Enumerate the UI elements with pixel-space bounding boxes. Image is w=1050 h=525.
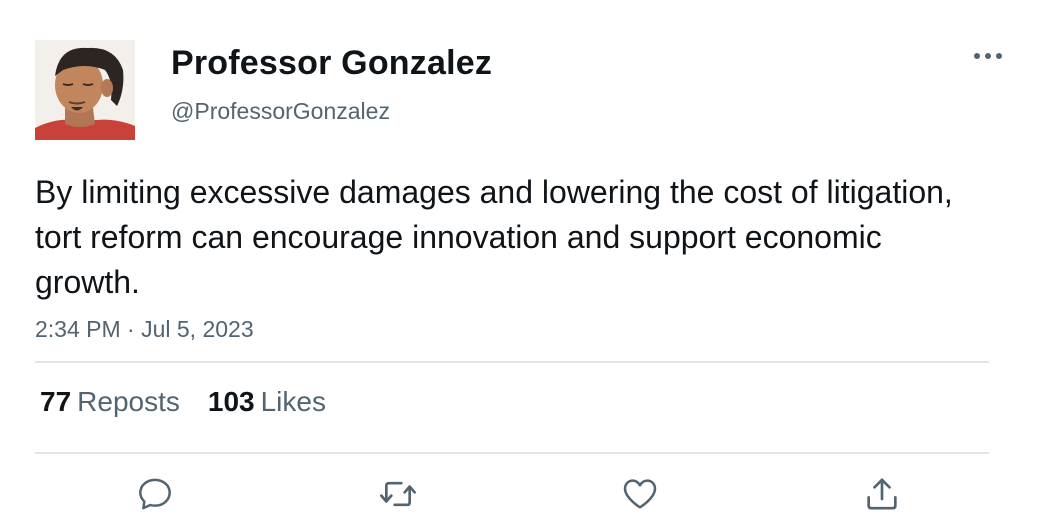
profile-photo-icon [35, 40, 135, 140]
divider [35, 361, 989, 363]
reply-icon [139, 478, 171, 510]
tweet-timestamp[interactable]: 2:34 PM · Jul 5, 2023 [35, 316, 254, 343]
reply-button[interactable] [135, 474, 175, 514]
more-options-button[interactable] [968, 44, 1008, 68]
tweet-stats: 77 Reposts 103 Likes [40, 386, 354, 418]
likes-count: 103 [207, 386, 255, 417]
like-button[interactable] [620, 474, 660, 514]
author-handle[interactable]: @ProfessorGonzalez [171, 98, 390, 125]
more-icon [974, 53, 1002, 59]
reposts-label: Reposts [77, 386, 180, 417]
repost-icon [380, 481, 416, 507]
avatar[interactable] [35, 40, 135, 140]
like-icon [623, 479, 657, 509]
reposts-count: 77 [40, 386, 72, 417]
share-icon [867, 478, 897, 510]
repost-button[interactable] [378, 474, 418, 514]
tweet-card: Professor Gonzalez @ProfessorGonzalez By… [0, 0, 1050, 525]
divider [35, 452, 989, 454]
likes-stat[interactable]: 103 Likes [208, 386, 326, 418]
tweet-text: By limiting excessive damages and loweri… [35, 174, 953, 300]
reposts-stat[interactable]: 77 Reposts [40, 386, 180, 418]
share-button[interactable] [862, 474, 902, 514]
likes-label: Likes [260, 386, 326, 417]
author-display-name[interactable]: Professor Gonzalez [171, 44, 492, 83]
